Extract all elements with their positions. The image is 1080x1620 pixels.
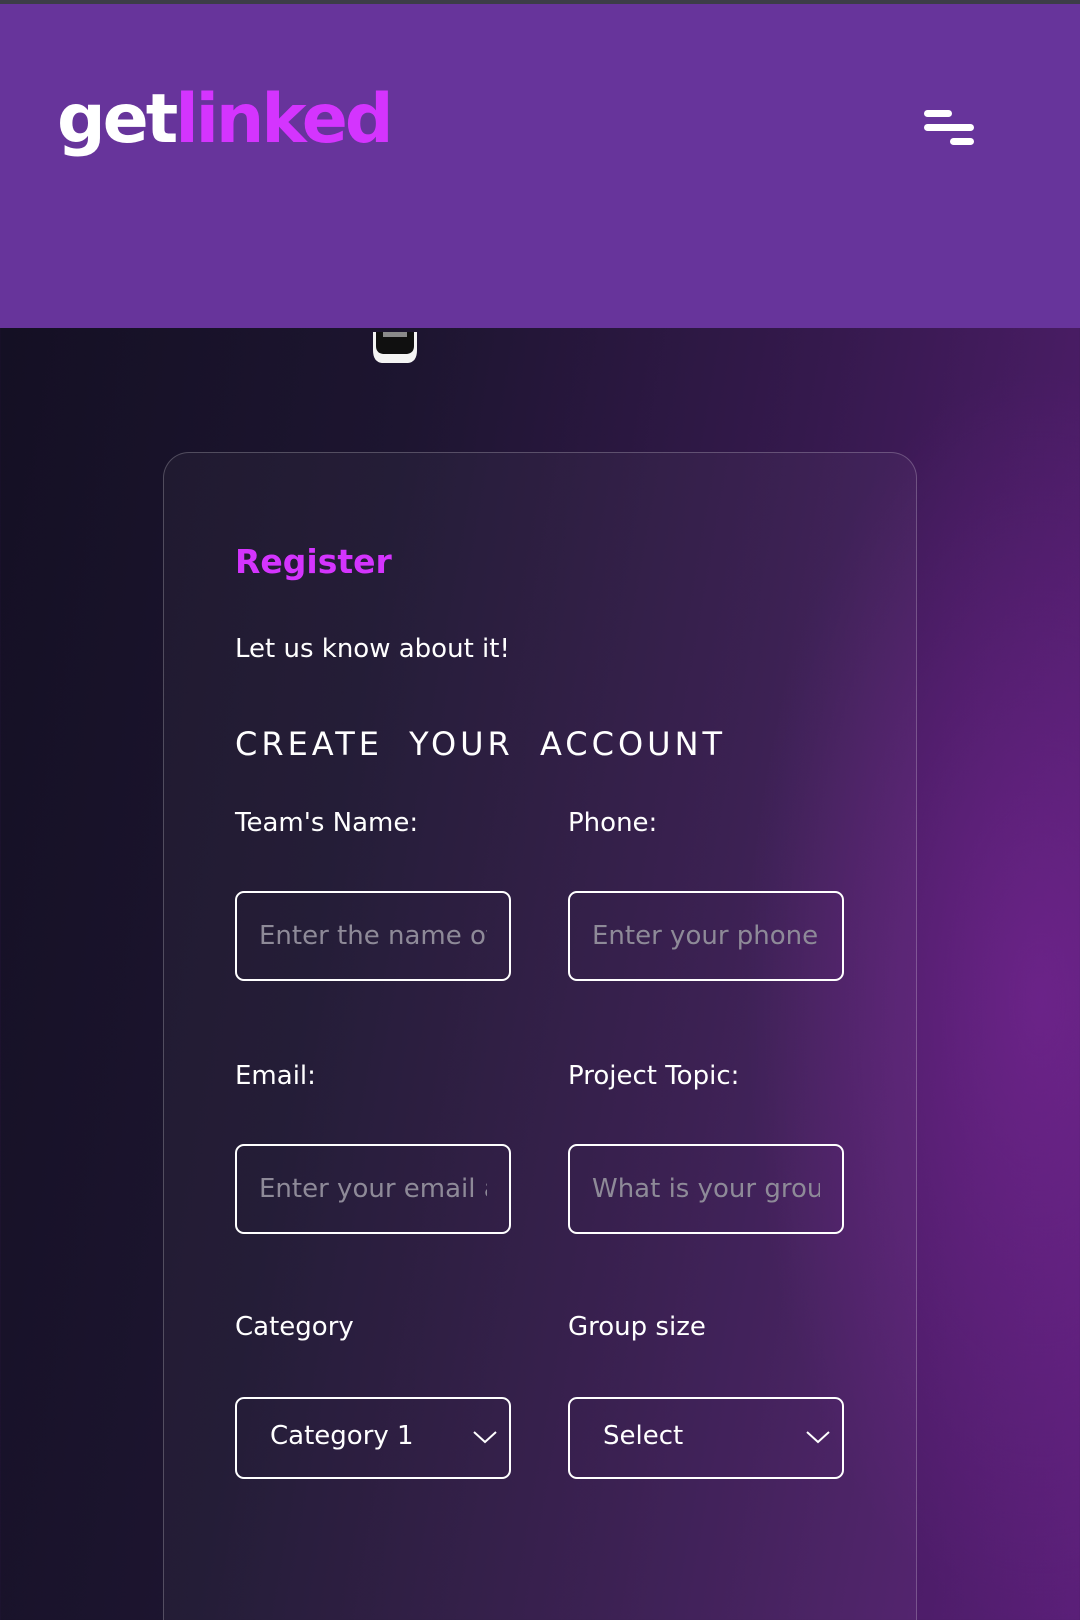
chevron-down-icon	[473, 1431, 497, 1444]
logo-text-linked: linked	[175, 80, 393, 159]
menu-icon[interactable]	[920, 108, 978, 152]
menu-bar-top	[924, 110, 952, 117]
group-size-select[interactable]: Select	[568, 1397, 844, 1479]
team-name-input[interactable]	[235, 891, 511, 981]
category-selected-value: Category 1	[270, 1421, 414, 1451]
create-account-heading: CREATE YOUR ACCOUNT	[235, 725, 727, 763]
sneaker-image	[373, 332, 417, 363]
group-size-label: Group size	[568, 1312, 706, 1342]
menu-bar-bottom	[950, 138, 974, 145]
menu-bar-middle	[924, 124, 974, 131]
chevron-down-icon	[806, 1431, 830, 1444]
phone-input[interactable]	[568, 891, 844, 981]
project-topic-label: Project Topic:	[568, 1061, 740, 1091]
register-subtitle: Let us know about it!	[235, 634, 510, 664]
app-header: getlinked	[0, 4, 1080, 328]
register-title: Register	[235, 542, 392, 581]
email-input[interactable]	[235, 1144, 511, 1234]
group-size-selected-value: Select	[603, 1421, 684, 1451]
phone-label: Phone:	[568, 808, 658, 838]
email-label: Email:	[235, 1061, 316, 1091]
logo[interactable]: getlinked	[57, 86, 394, 154]
project-topic-input[interactable]	[568, 1144, 844, 1234]
logo-text-get: get	[57, 80, 178, 159]
team-name-label: Team's Name:	[235, 808, 419, 838]
category-select[interactable]: Category 1	[235, 1397, 511, 1479]
category-label: Category	[235, 1312, 354, 1342]
